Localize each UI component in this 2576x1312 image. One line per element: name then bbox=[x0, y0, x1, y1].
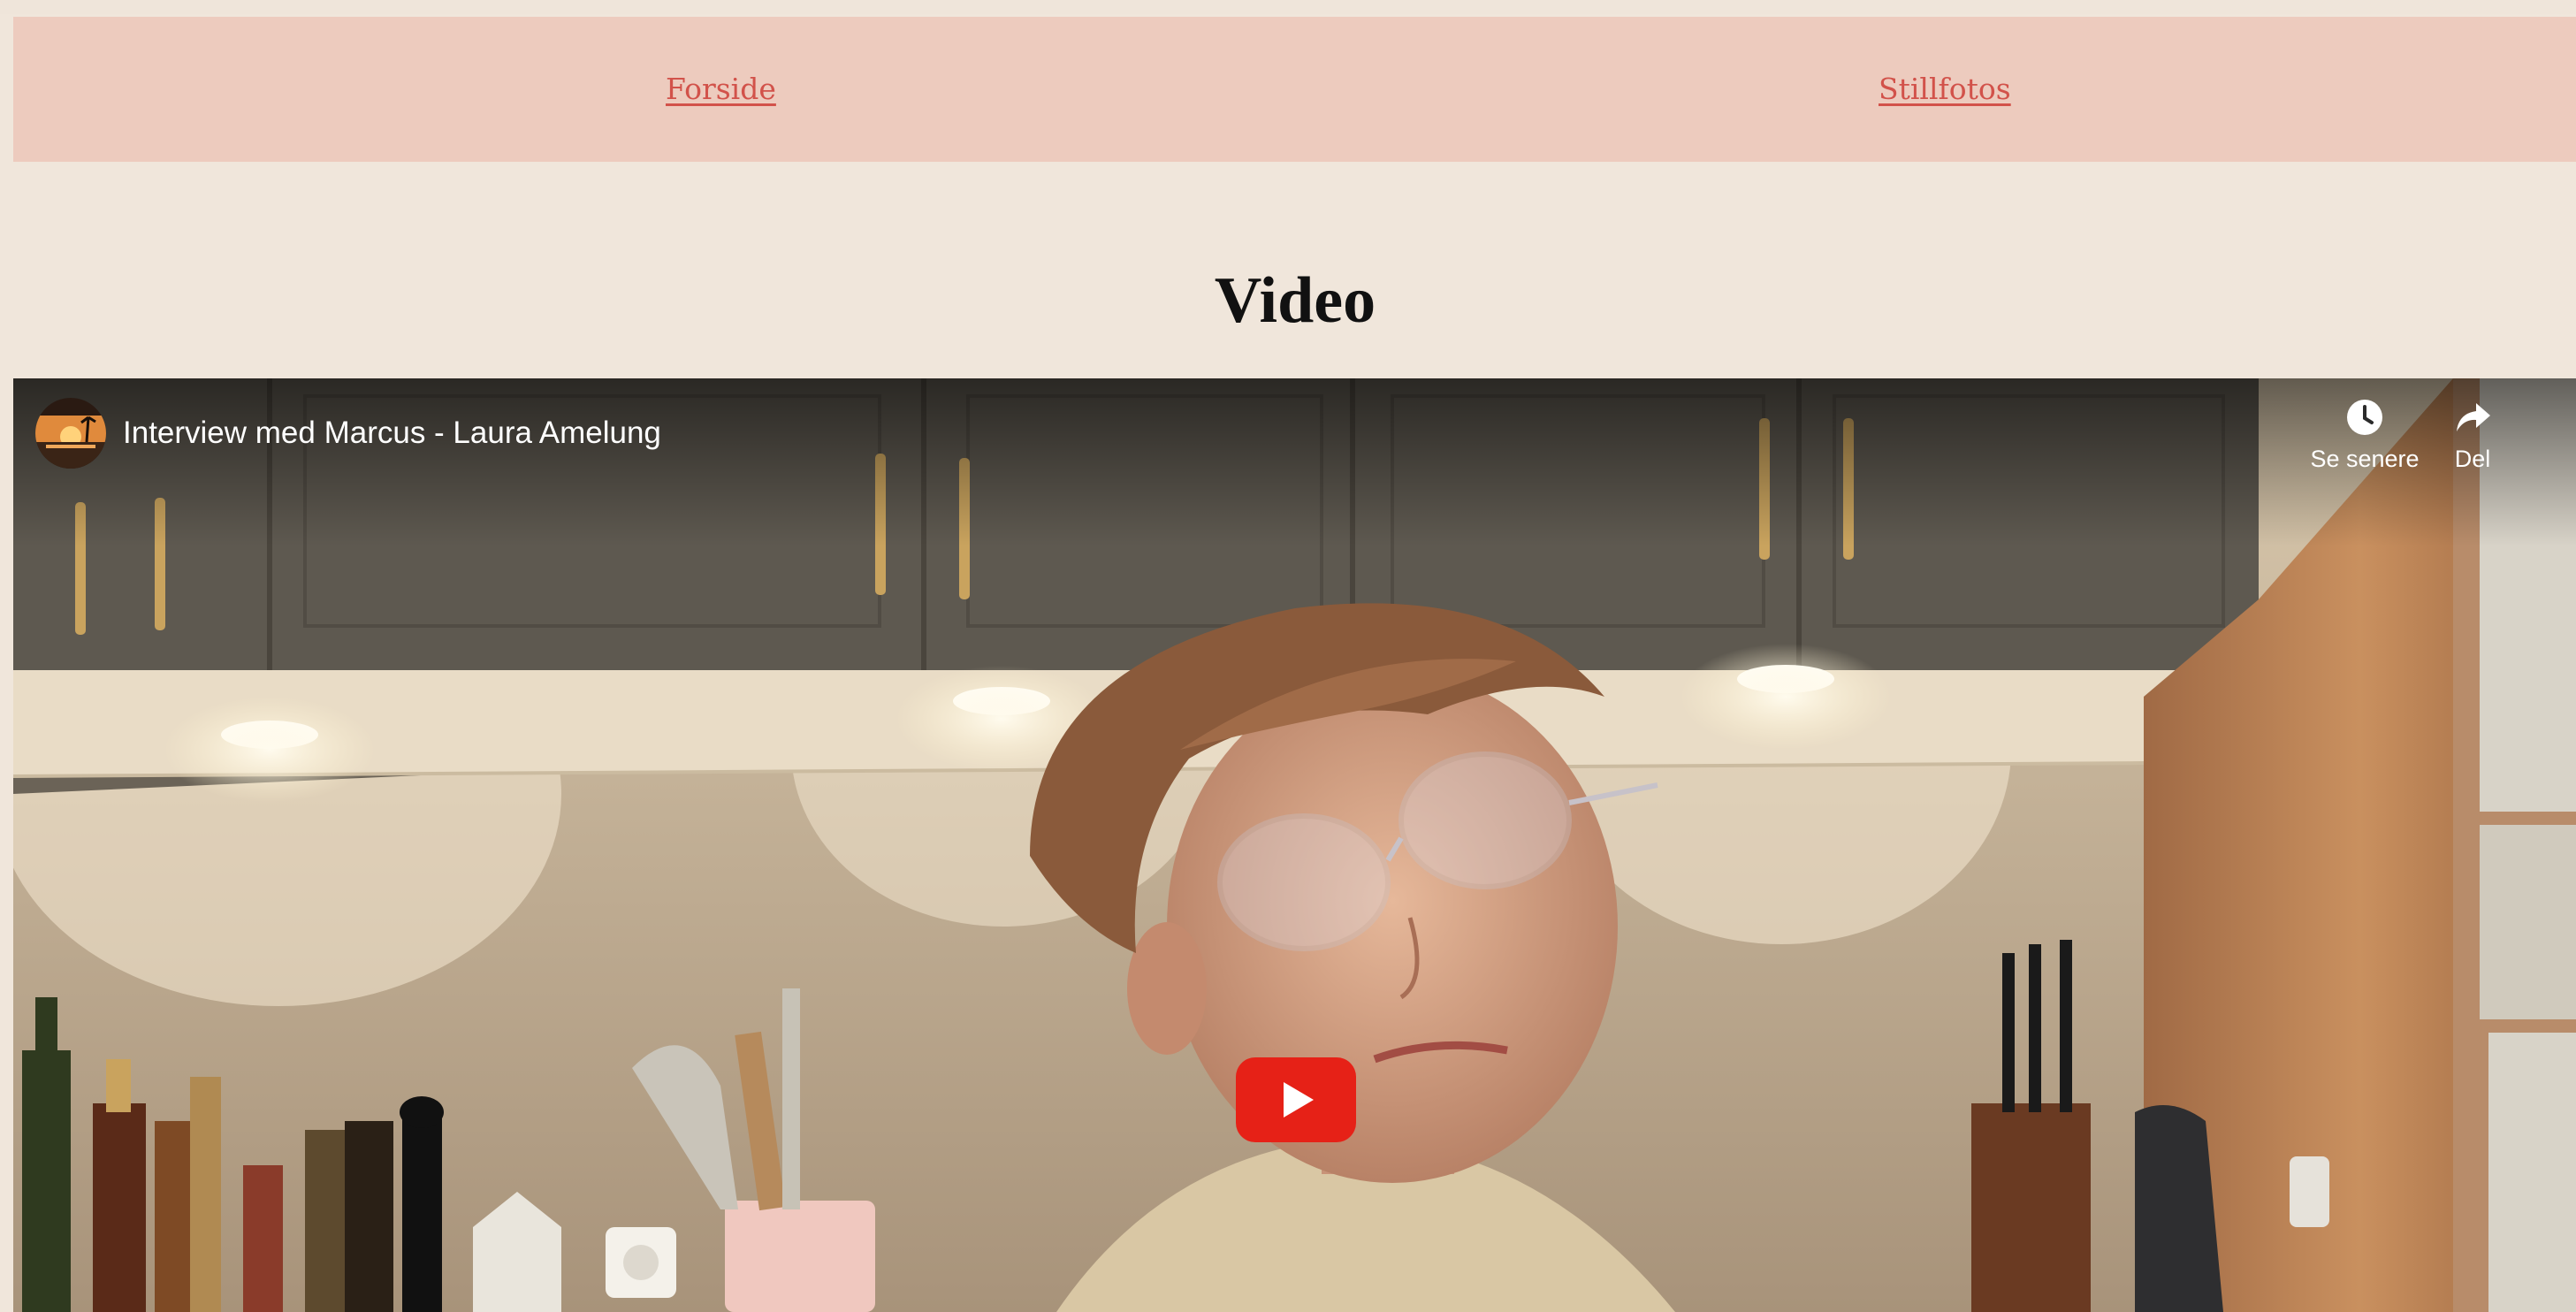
play-button[interactable] bbox=[1236, 1057, 1356, 1142]
top-navigation: Forside Stillfotos bbox=[13, 17, 2576, 162]
share-arrow-icon bbox=[2457, 403, 2490, 431]
youtube-play-icon bbox=[1236, 1057, 1356, 1142]
sunset-avatar-icon bbox=[35, 398, 106, 469]
nav-link-forside[interactable]: Forside bbox=[666, 17, 776, 162]
watch-later-button[interactable]: Se senere bbox=[2294, 398, 2435, 473]
clock-icon bbox=[2347, 400, 2382, 435]
channel-avatar[interactable] bbox=[35, 398, 106, 469]
watch-later-label: Se senere bbox=[2310, 446, 2420, 472]
video-player[interactable]: Interview med Marcus - Laura Amelung Se … bbox=[13, 378, 2576, 1312]
nav-link-stillfotos[interactable]: Stillfotos bbox=[1879, 17, 2011, 162]
video-title[interactable]: Interview med Marcus - Laura Amelung bbox=[123, 416, 661, 451]
share-button[interactable]: Del bbox=[2424, 398, 2521, 473]
share-label: Del bbox=[2454, 446, 2491, 472]
top-strip bbox=[0, 0, 2576, 14]
title-overlay bbox=[13, 378, 2576, 546]
page-title: Video bbox=[1214, 264, 1376, 337]
